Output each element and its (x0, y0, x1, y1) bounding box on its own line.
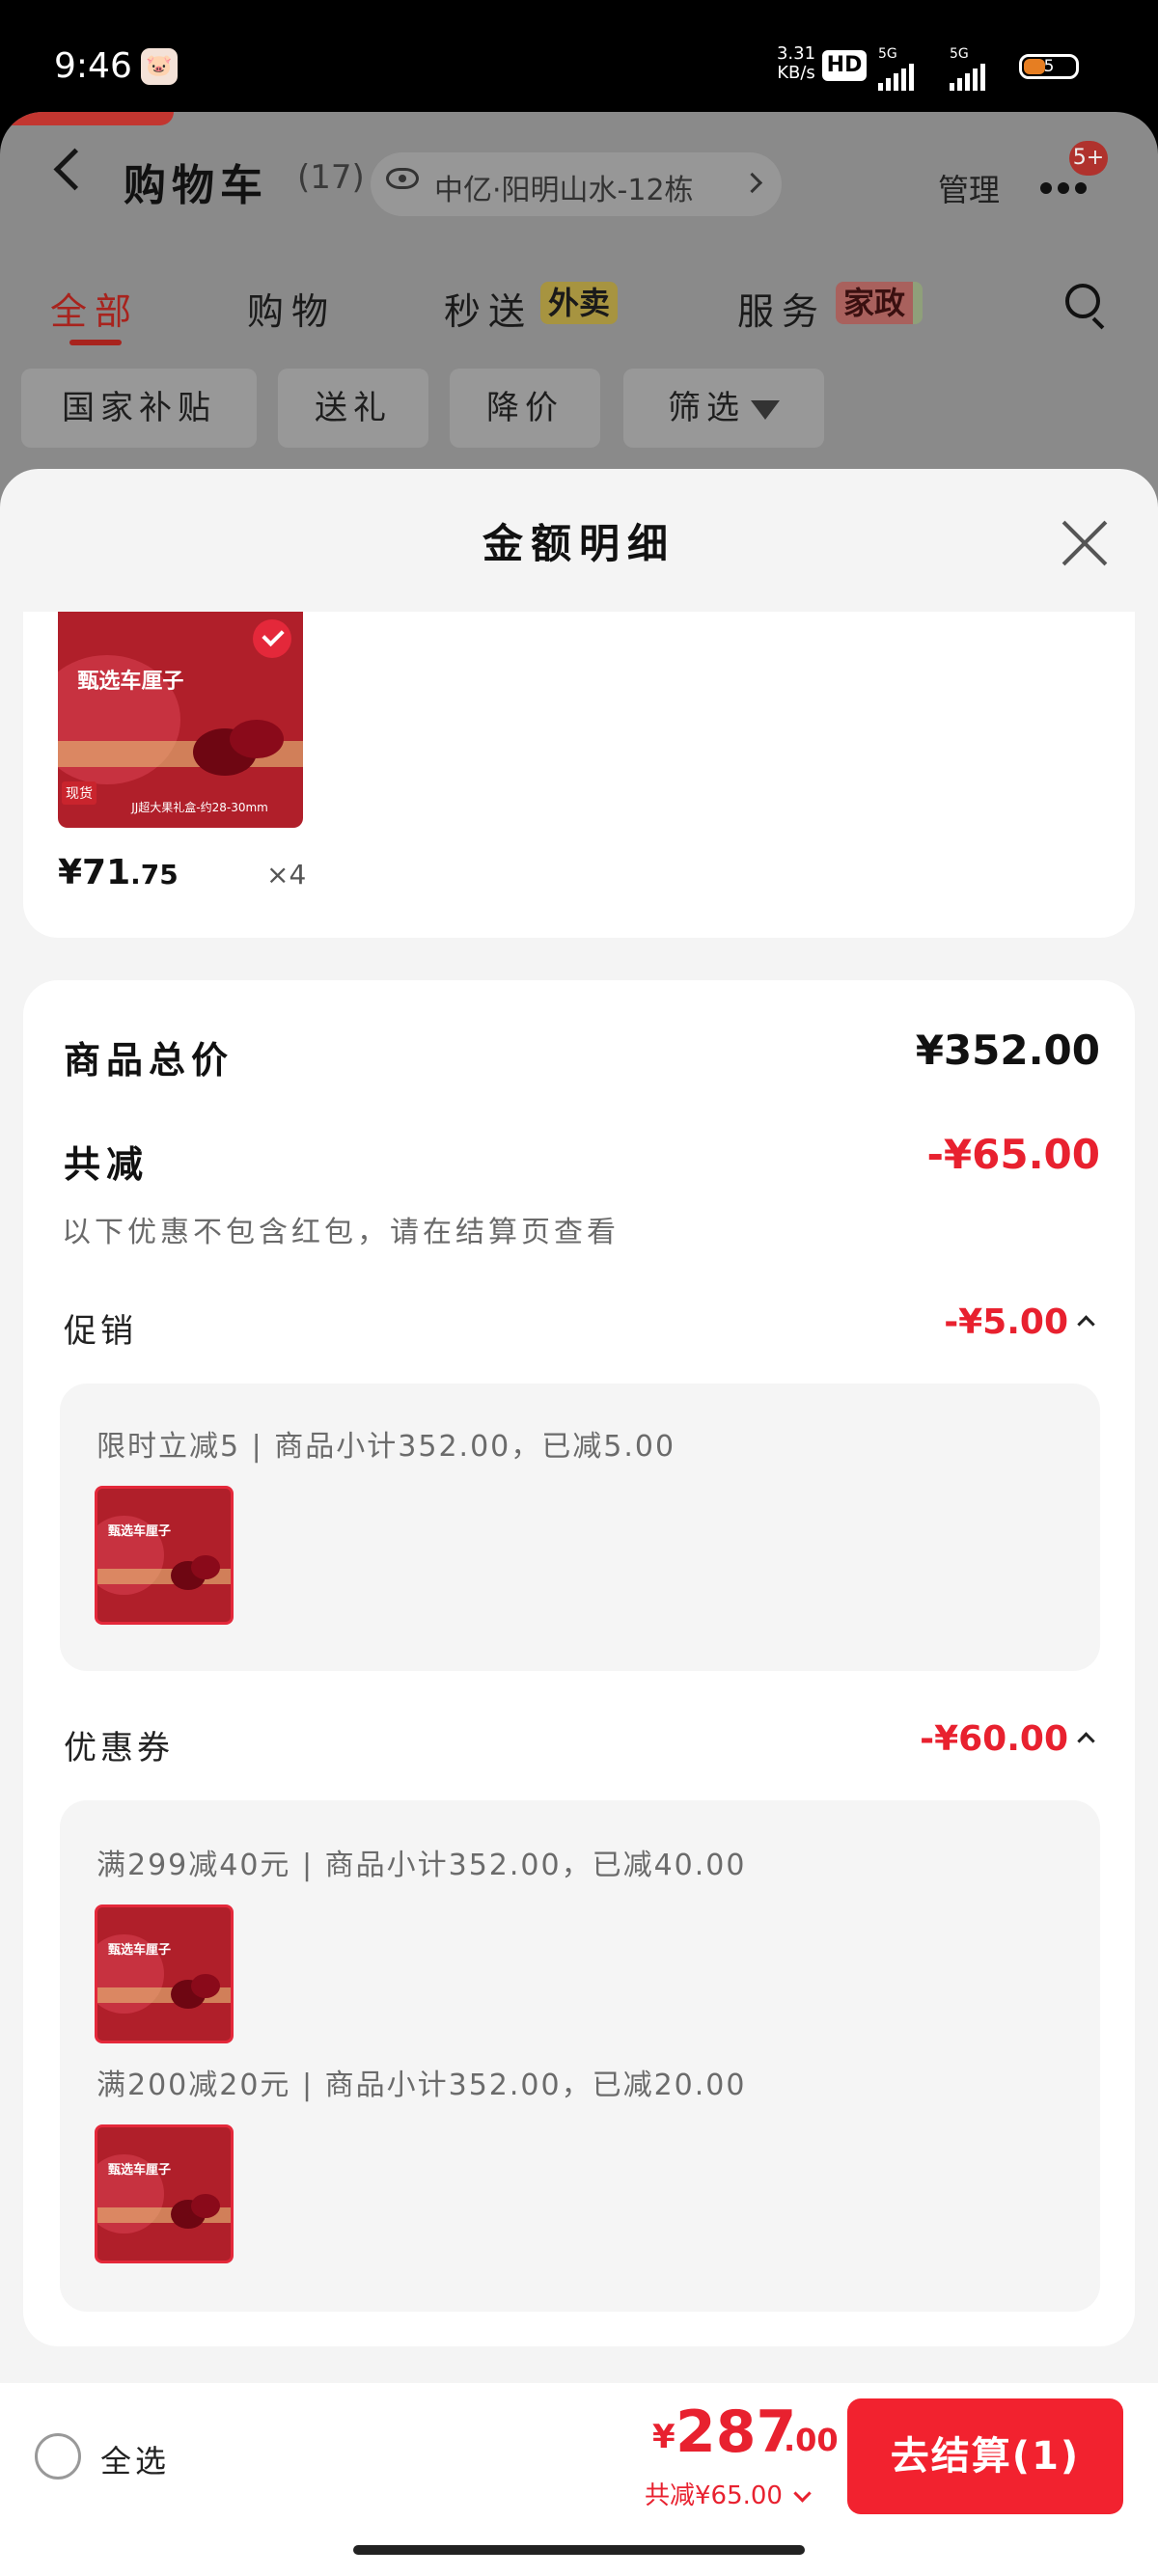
promotion-detail-text: 限时立减5 | 商品小计352.00，已减5.00 (96, 1430, 676, 1464)
price-summary-card: 商品总价 ¥352.00 共减 -¥65.00 以下优惠不包含红包，请在结算页查… (23, 980, 1135, 2346)
tab-services[interactable]: 服务 (737, 282, 826, 335)
manage-button[interactable]: 管理 (938, 166, 1000, 210)
checked-icon (253, 619, 291, 658)
total-reduce-label: 共减 (64, 1143, 150, 1186)
chevron-up-icon (1077, 1731, 1095, 1750)
filter-icon (751, 399, 780, 420)
promotion-toggle[interactable]: -¥5.00 (944, 1302, 1095, 1342)
total-price-label: 商品总价 (64, 1039, 234, 1082)
hd-voice-icon: HD (822, 50, 867, 81)
discount-hint: 以下优惠不包含红包，请在结算页查看 (62, 1216, 620, 1249)
message-badge: 5+ (1069, 141, 1108, 176)
housekeeping-tag: 家政 (836, 282, 924, 324)
promotion-detail-box: 限时立减5 | 商品小计352.00，已减5.00 甄选车厘子 (60, 1384, 1100, 1671)
product-price: ¥71.75 (58, 853, 179, 892)
chip-filter[interactable]: 筛选 (623, 369, 824, 448)
coupon-detail-text-2: 满200减20元 | 商品小计352.00，已减20.00 (96, 2069, 747, 2102)
total-amount: 287 (676, 2398, 797, 2466)
product-card: 甄选车厘子 JJ超大果礼盒-约28-30mm 现货 ¥71.75 ×4 (23, 612, 1135, 938)
coupon-detail-text-1: 满299减40元 | 商品小计352.00，已减40.00 (96, 1849, 747, 1882)
app-notification-icon: 🐷 (141, 48, 178, 85)
tab-active-indicator (69, 340, 122, 345)
eye-icon (386, 168, 419, 189)
coupon-toggle[interactable]: -¥60.00 (920, 1719, 1095, 1759)
more-icon[interactable] (1040, 179, 1102, 194)
promotion-product-thumb[interactable]: 甄选车厘子 (95, 1486, 234, 1625)
network-speed: 3.31 KB/s (776, 43, 816, 83)
product-quantity: ×4 (266, 859, 307, 891)
chevron-down-icon (793, 2484, 812, 2503)
close-icon[interactable] (1062, 519, 1108, 565)
promotion-label: 促销 (64, 1312, 137, 1351)
select-all-label[interactable]: 全选 (100, 2437, 170, 2481)
tab-instant-delivery[interactable]: 秒送 (444, 282, 533, 335)
home-indicator[interactable] (353, 2545, 805, 2555)
header-accent (0, 112, 174, 125)
chip-price-drop[interactable]: 降价 (450, 369, 600, 448)
cart-count: (17) (297, 158, 365, 197)
total-currency: ¥ (652, 2418, 676, 2456)
tab-all[interactable]: 全部 (50, 282, 139, 335)
checkout-button[interactable]: 去结算(1) (847, 2398, 1123, 2514)
coupon-label: 优惠券 (64, 1729, 174, 1768)
total-amount-decimal: .00 (784, 2422, 839, 2458)
battery-icon: 5 (1019, 54, 1079, 79)
checkout-bar: 全选 ¥ 287 .00 共减¥65.00 去结算(1) (0, 2383, 1158, 2576)
status-time: 9:46 (54, 46, 132, 86)
sheet-title: 金额明细 (482, 520, 676, 567)
coupon-product-thumb-2[interactable]: 甄选车厘子 (95, 2124, 234, 2263)
chip-gift[interactable]: 送礼 (278, 369, 428, 448)
total-reduce-value: -¥65.00 (926, 1131, 1100, 1178)
coupon-product-thumb-1[interactable]: 甄选车厘子 (95, 1905, 234, 2043)
back-icon[interactable] (53, 148, 96, 191)
coupon-detail-box: 满299减40元 | 商品小计352.00，已减40.00 甄选车厘子 满200… (60, 1800, 1100, 2312)
total-reduce-toggle[interactable]: 共减¥65.00 (645, 2476, 812, 2511)
select-all-checkbox[interactable] (35, 2433, 81, 2480)
cart-title: 购物车 (124, 161, 268, 210)
takeout-tag: 外卖 (540, 282, 619, 324)
chip-national-subsidy[interactable]: 国家补贴 (21, 369, 257, 448)
product-image[interactable]: 甄选车厘子 JJ超大果礼盒-约28-30mm 现货 (58, 612, 303, 828)
signal-2-icon: 5G (950, 46, 985, 91)
search-icon[interactable] (1065, 284, 1100, 318)
address-text: 中亿·阳明山水-12栋 (434, 174, 694, 207)
chevron-up-icon (1077, 1314, 1095, 1333)
status-bar: 9:46 🐷 3.31 KB/s HD 5G 5G 5 (0, 0, 1158, 116)
total-price-value: ¥352.00 (915, 1027, 1100, 1074)
signal-1-icon: 5G (878, 46, 914, 91)
tab-shopping[interactable]: 购物 (247, 282, 336, 335)
amount-details-sheet: 金额明细 甄选车厘子 JJ超大果礼盒-约28-30mm 现货 ¥71.75 ×4… (0, 469, 1158, 2576)
